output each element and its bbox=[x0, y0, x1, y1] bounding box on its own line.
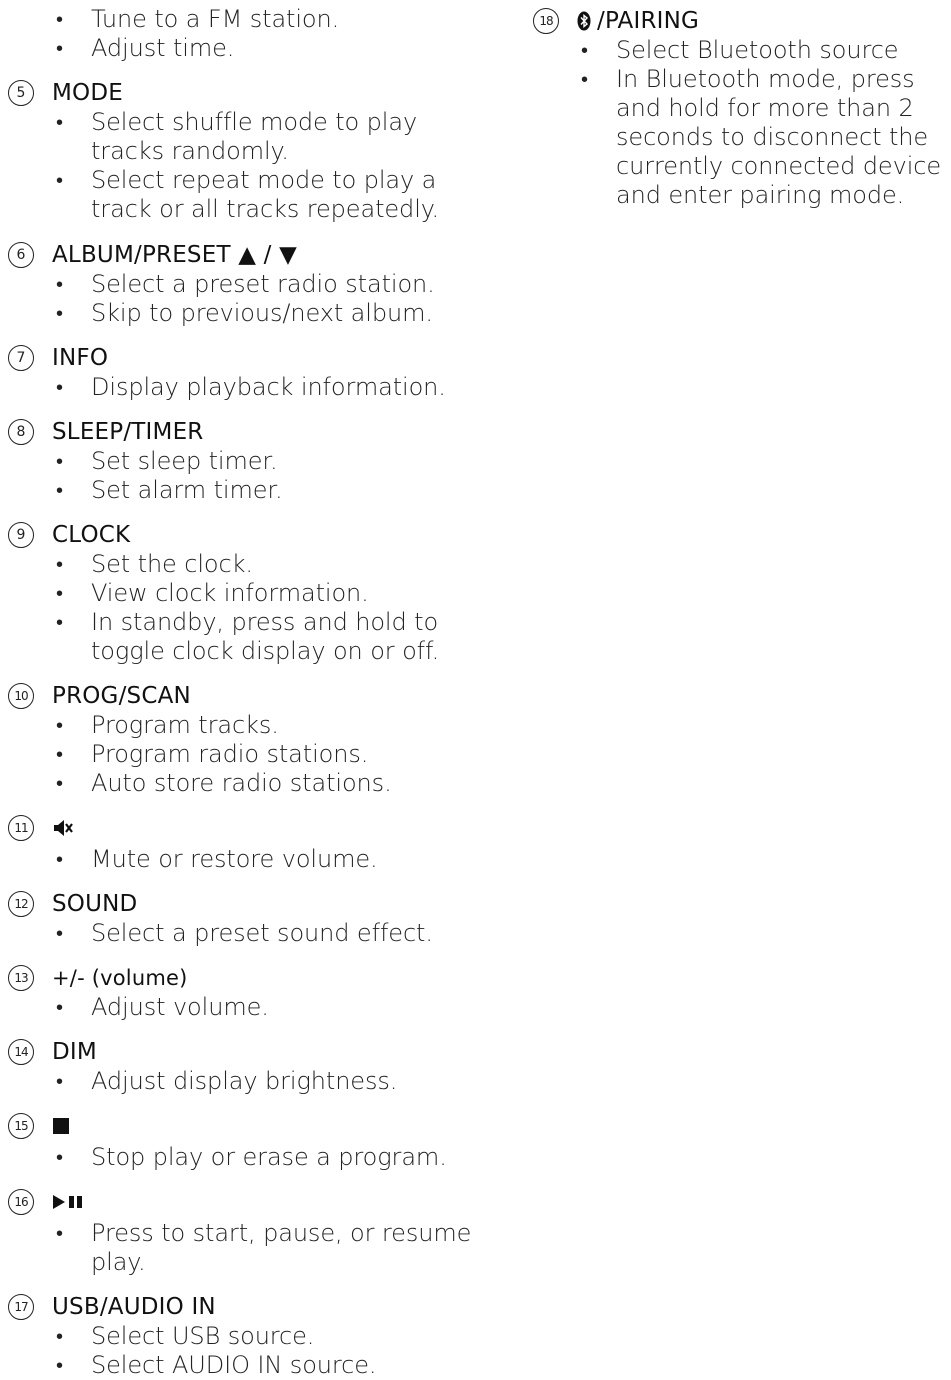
section-title: +/- (volume) bbox=[52, 966, 188, 990]
section-title: ALBUM/PRESET ▲ / ▼ bbox=[52, 242, 297, 268]
left-column: Tune to a FM station. Adjust time. 5 MOD… bbox=[8, 0, 478, 1380]
bullet-item: Auto store radio stations. bbox=[8, 769, 478, 798]
number-badge: 7 bbox=[8, 345, 34, 371]
play-pause-icon bbox=[53, 1195, 82, 1209]
right-column: 18 /PAIRING Select Bluetooth source In B… bbox=[533, 0, 951, 210]
bullet-item: Set sleep timer. bbox=[8, 447, 478, 476]
bullet-item: In standby, press and hold to toggle clo… bbox=[8, 608, 478, 666]
number-badge: 6 bbox=[8, 242, 34, 268]
bullet-item: Set alarm timer. bbox=[8, 476, 478, 505]
number-badge: 18 bbox=[533, 8, 559, 34]
bullet-item: Select a preset sound effect. bbox=[8, 919, 478, 948]
section-info: 7 INFO Display playback information. bbox=[8, 343, 478, 402]
bullet-item: Select AUDIO IN source. bbox=[8, 1351, 478, 1380]
bullet-item: Adjust time. bbox=[8, 34, 478, 63]
section-prog-scan: 10 PROG/SCAN Program tracks. Program rad… bbox=[8, 681, 478, 798]
number-badge: 12 bbox=[8, 891, 34, 917]
section-album-preset: 6 ALBUM/PRESET ▲ / ▼ Select a preset rad… bbox=[8, 240, 478, 328]
section-sound: 12 SOUND Select a preset sound effect. bbox=[8, 889, 478, 948]
number-badge: 13 bbox=[8, 965, 34, 991]
section-clock: 9 CLOCK Set the clock. View clock inform… bbox=[8, 520, 478, 666]
section-title: SLEEP/TIMER bbox=[52, 419, 204, 445]
bullet-item: Set the clock. bbox=[8, 550, 478, 579]
number-badge: 15 bbox=[8, 1113, 34, 1139]
bullet-item: Adjust display brightness. bbox=[8, 1067, 478, 1096]
bullet-item: In Bluetooth mode, press and hold for mo… bbox=[533, 65, 951, 210]
section-usb-audio-in: 17 USB/AUDIO IN Select USB source. Selec… bbox=[8, 1292, 478, 1380]
top-bullets: Tune to a FM station. Adjust time. bbox=[8, 5, 478, 63]
number-badge: 5 bbox=[8, 80, 34, 106]
bullet-item: Select USB source. bbox=[8, 1322, 478, 1351]
section-title: DIM bbox=[52, 1039, 97, 1065]
mute-icon bbox=[54, 820, 73, 836]
bullet-item: Skip to previous/next album. bbox=[8, 299, 478, 328]
section-mute: 11 Mute or restore volume. bbox=[8, 813, 478, 874]
section-title: /PAIRING bbox=[597, 8, 700, 34]
number-badge: 9 bbox=[8, 522, 34, 548]
section-sleep-timer: 8 SLEEP/TIMER Set sleep timer. Set alarm… bbox=[8, 417, 478, 505]
bullet-item: Select Bluetooth source bbox=[533, 36, 951, 65]
number-badge: 16 bbox=[8, 1189, 34, 1215]
number-badge: 11 bbox=[8, 815, 34, 841]
section-title: PROG/SCAN bbox=[52, 683, 191, 709]
bullet-item: Display playback information. bbox=[8, 373, 478, 402]
section-mode: 5 MODE Select shuffle mode to play track… bbox=[8, 78, 478, 224]
section-dim: 14 DIM Adjust display brightness. bbox=[8, 1037, 478, 1096]
bullet-item: Program tracks. bbox=[8, 711, 478, 740]
section-title: USB/AUDIO IN bbox=[52, 1294, 216, 1320]
number-badge: 8 bbox=[8, 419, 34, 445]
bullet-item: Tune to a FM station. bbox=[8, 5, 478, 34]
bullet-item: Select repeat mode to play a track or al… bbox=[8, 166, 478, 224]
stop-icon bbox=[53, 1118, 69, 1134]
section-pairing: 18 /PAIRING Select Bluetooth source In B… bbox=[533, 6, 951, 210]
number-badge: 14 bbox=[8, 1039, 34, 1065]
bullet-item: Stop play or erase a program. bbox=[8, 1143, 478, 1172]
bullet-item: Adjust volume. bbox=[8, 993, 478, 1022]
number-badge: 17 bbox=[8, 1294, 34, 1320]
section-title: INFO bbox=[52, 345, 109, 371]
bluetooth-icon bbox=[577, 11, 591, 31]
bullet-item: View clock information. bbox=[8, 579, 478, 608]
section-volume: 13 +/- (volume) Adjust volume. bbox=[8, 963, 478, 1022]
section-stop: 15 Stop play or erase a program. bbox=[8, 1111, 478, 1172]
section-title: MODE bbox=[52, 80, 123, 106]
number-badge: 10 bbox=[8, 683, 34, 709]
bullet-item: Press to start, pause, or resume play. bbox=[8, 1219, 478, 1277]
section-title: CLOCK bbox=[52, 522, 131, 548]
bullet-item: Select a preset radio station. bbox=[8, 270, 478, 299]
section-title: SOUND bbox=[52, 891, 138, 917]
bullet-item: Mute or restore volume. bbox=[8, 845, 478, 874]
bullet-item: Program radio stations. bbox=[8, 740, 478, 769]
bullet-item: Select shuffle mode to play tracks rando… bbox=[8, 108, 478, 166]
section-play-pause: 16 Press to start, pause, or resume play… bbox=[8, 1187, 478, 1277]
